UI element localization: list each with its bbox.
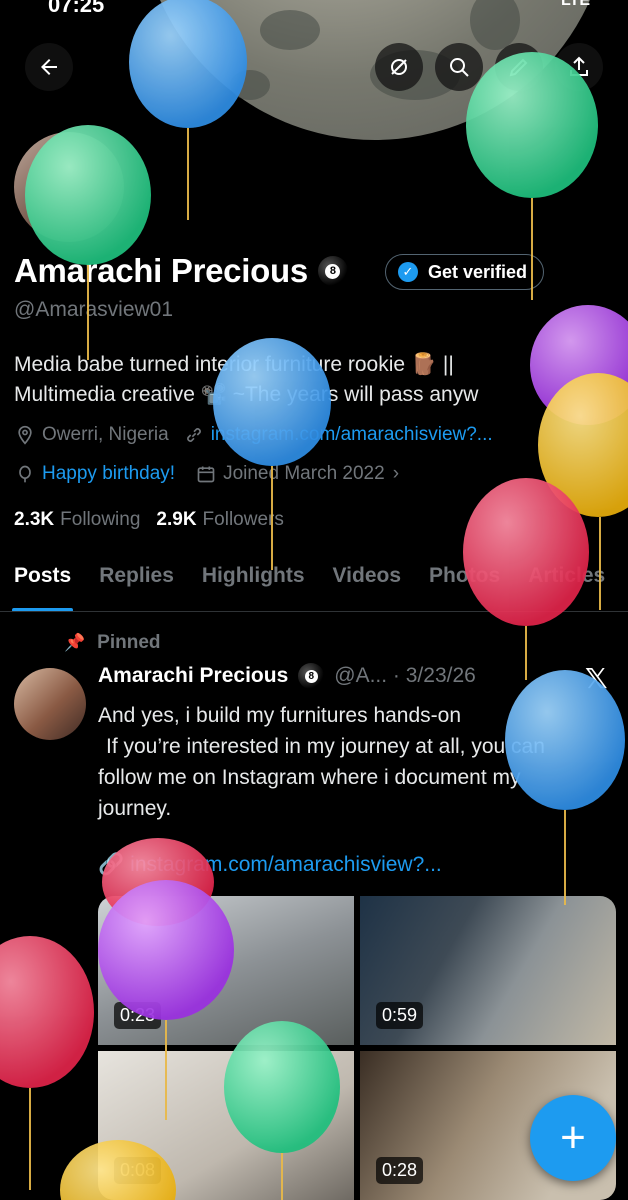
- get-verified-button[interactable]: ✓ Get verified: [385, 254, 545, 290]
- post-text-line-1: And yes, i build my furnitures hands-on: [98, 704, 462, 727]
- tab-posts[interactable]: Posts: [0, 556, 85, 611]
- following-count: 2.3K: [14, 509, 55, 530]
- chevron-right-icon[interactable]: ›: [393, 463, 399, 485]
- video-thumbnail[interactable]: 0:23: [98, 896, 354, 1045]
- calendar-icon: [195, 463, 217, 485]
- followers-count: 2.9K: [156, 509, 197, 530]
- plus-icon: +: [560, 1113, 586, 1162]
- following-label: Following: [60, 509, 141, 530]
- birthday-link[interactable]: Happy birthday!: [42, 463, 175, 485]
- verified-check-icon: ✓: [398, 262, 418, 282]
- share-icon: [570, 56, 588, 76]
- pinned-label: Pinned: [97, 632, 161, 653]
- followers-link[interactable]: 2.9K Followers: [156, 509, 283, 531]
- status-time: 07:25: [48, 0, 105, 17]
- video-thumbnail[interactable]: 0:08: [98, 1051, 354, 1200]
- post-header: Amarachi Precious 8 @A... · 3/23/26: [98, 663, 476, 689]
- tab-highlights[interactable]: Highlights: [188, 556, 319, 611]
- post-text-line-3: follow me on Instagram where i document …: [98, 766, 521, 789]
- tab-videos[interactable]: Videos: [319, 556, 415, 611]
- post-link[interactable]: 🔗 instagram.com/amarachisview?...: [98, 853, 442, 877]
- post-avatar[interactable]: [14, 668, 86, 740]
- following-link[interactable]: 2.3K Following: [14, 509, 140, 531]
- profile-tabs: Posts Replies Highlights Videos Photos A…: [0, 556, 628, 612]
- website-link[interactable]: instagram.com/amarachisview?...: [211, 424, 493, 446]
- link-icon: 🔗: [98, 853, 125, 876]
- search-button[interactable]: [435, 43, 483, 91]
- profile-meta-dates: Happy birthday! Joined March 2022 ›: [14, 463, 399, 485]
- eight-ball-icon: 8: [298, 663, 325, 689]
- pin-icon: 📌: [64, 633, 86, 652]
- profile-avatar[interactable]: [10, 128, 128, 246]
- status-network: LTE: [560, 0, 590, 9]
- balloon-icon: [14, 463, 36, 485]
- tab-articles[interactable]: Articles: [514, 556, 619, 611]
- edit-button[interactable]: [495, 43, 543, 91]
- bio-line-1: Media babe turned interior furniture roo…: [14, 353, 454, 376]
- get-verified-label: Get verified: [428, 261, 528, 282]
- back-button[interactable]: [25, 43, 73, 91]
- x-logo-icon[interactable]: 𝕏: [585, 662, 608, 695]
- video-duration: 0:23: [114, 1002, 162, 1029]
- video-duration: 0:28: [376, 1157, 424, 1184]
- tab-replies[interactable]: Replies: [85, 556, 188, 611]
- balloon-red: [0, 936, 94, 1190]
- grok-button[interactable]: [375, 43, 423, 91]
- tab-photos[interactable]: Photos: [415, 556, 514, 611]
- video-thumbnail[interactable]: 0:59: [360, 896, 616, 1045]
- location-pin-icon: [14, 424, 36, 446]
- profile-name: Amarachi Precious: [14, 252, 308, 289]
- post-text: And yes, i build my furnitures hands-on …: [98, 700, 618, 824]
- profile-name-row: Amarachi Precious 8: [14, 252, 348, 290]
- location-text: Owerri, Nigeria: [42, 424, 169, 445]
- share-button[interactable]: [555, 43, 603, 91]
- profile-meta-location: Owerri, Nigeria instagram.com/amarachisv…: [14, 424, 493, 446]
- bio-line-2: Multimedia creative 📽️ ~The years will p…: [14, 383, 479, 406]
- eight-ball-icon: 8: [317, 256, 348, 286]
- pinned-indicator: 📌 Pinned: [64, 632, 161, 654]
- follow-stats: 2.3K Following 2.9K Followers: [14, 509, 284, 531]
- video-duration: 0:08: [114, 1157, 162, 1184]
- profile-handle: @Amarasview01: [14, 298, 174, 321]
- followers-label: Followers: [202, 509, 284, 530]
- post-text-line-4: journey.: [98, 797, 172, 820]
- compose-button[interactable]: +: [530, 1095, 616, 1181]
- video-duration: 0:59: [376, 1002, 424, 1029]
- post-link-text: instagram.com/amarachisview?...: [130, 853, 442, 876]
- post-author[interactable]: Amarachi Precious: [98, 664, 288, 688]
- joined-text[interactable]: Joined March 2022: [223, 463, 385, 485]
- link-icon: [183, 424, 205, 446]
- search-icon: [450, 58, 469, 77]
- grok-icon: [391, 59, 407, 75]
- post-text-line-2: If you’re interested in my journey at al…: [106, 735, 545, 758]
- profile-bio: Media babe turned interior furniture roo…: [14, 350, 614, 410]
- post-meta: @A... · 3/23/26: [334, 664, 476, 687]
- edit-icon: [509, 58, 528, 77]
- back-arrow-icon: [41, 59, 57, 75]
